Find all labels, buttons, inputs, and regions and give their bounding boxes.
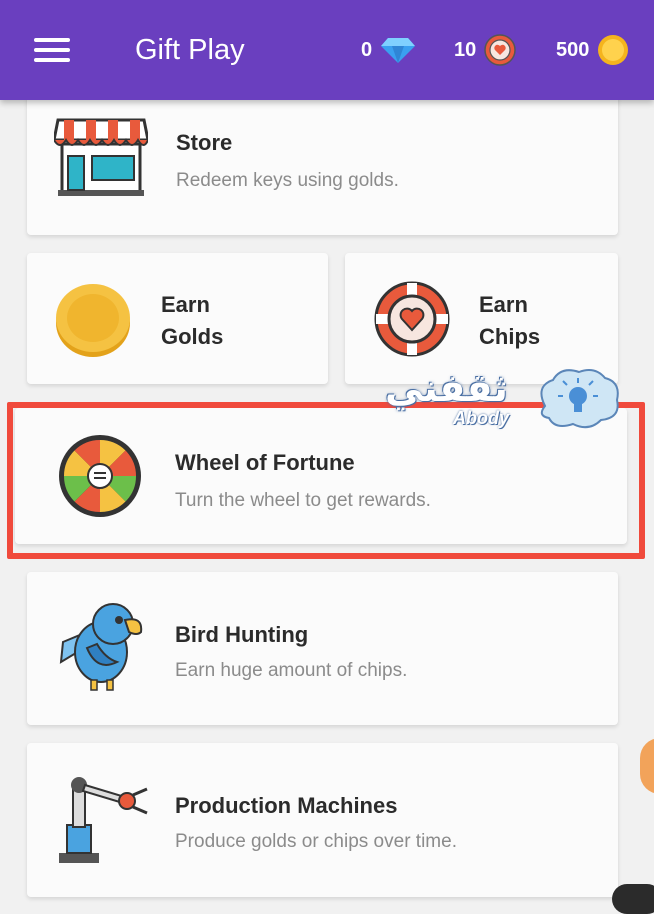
app-title: Gift Play (135, 34, 245, 66)
floating-corner-button[interactable] (612, 884, 654, 914)
bird-icon (59, 603, 143, 691)
store-card[interactable]: Store Redeem keys using golds. (27, 92, 618, 235)
watermark-latin: Abody (453, 408, 509, 428)
watermark-arabic: ثقفني (385, 366, 508, 410)
gold-coin-icon (56, 284, 130, 357)
wheel-title: Wheel of Fortune (175, 450, 355, 475)
production-machines-title: Production Machines (175, 793, 398, 818)
earn-chips-line1: Earn (479, 292, 528, 317)
earn-golds-card[interactable]: Earn Golds (27, 253, 328, 384)
lightbulb-icon (540, 369, 619, 429)
chip-icon (484, 34, 516, 66)
bird-hunting-card[interactable]: Bird Hunting Earn huge amount of chips. (27, 572, 618, 725)
production-machines-card[interactable]: Production Machines Produce golds or chi… (27, 743, 618, 897)
floating-edge-button[interactable] (640, 738, 654, 794)
earn-chips-card[interactable]: Earn Chips (345, 253, 618, 384)
production-machines-subtitle: Produce golds or chips over time. (175, 831, 457, 852)
diamond-icon (381, 38, 416, 63)
gems-count: 0 (361, 38, 373, 61)
bird-hunting-subtitle: Earn huge amount of chips. (175, 660, 408, 681)
wheel-subtitle: Turn the wheel to get rewards. (175, 490, 431, 511)
bird-hunting-title: Bird Hunting (175, 622, 309, 647)
earn-chips-line2: Chips (479, 324, 541, 349)
store-icon (54, 118, 148, 196)
golds-count: 500 (556, 38, 590, 61)
store-title: Store (176, 130, 233, 155)
chip-icon (374, 281, 450, 357)
gems-balance[interactable]: 0 (361, 32, 416, 68)
earn-golds-line1: Earn (161, 292, 210, 317)
menu-icon[interactable] (34, 38, 70, 64)
app-bar: Gift Play 0 10 500 (0, 0, 654, 100)
golds-balance[interactable]: 500 (556, 32, 629, 68)
wheel-icon (59, 435, 141, 517)
gold-coin-icon (598, 35, 629, 65)
store-subtitle: Redeem keys using golds. (176, 170, 399, 191)
robot-arm-icon (59, 777, 148, 863)
chips-balance[interactable]: 10 (454, 32, 516, 68)
earn-golds-line2: Golds (161, 324, 224, 349)
chips-count: 10 (454, 38, 477, 61)
watermark: ثقفني Abody (385, 366, 625, 438)
